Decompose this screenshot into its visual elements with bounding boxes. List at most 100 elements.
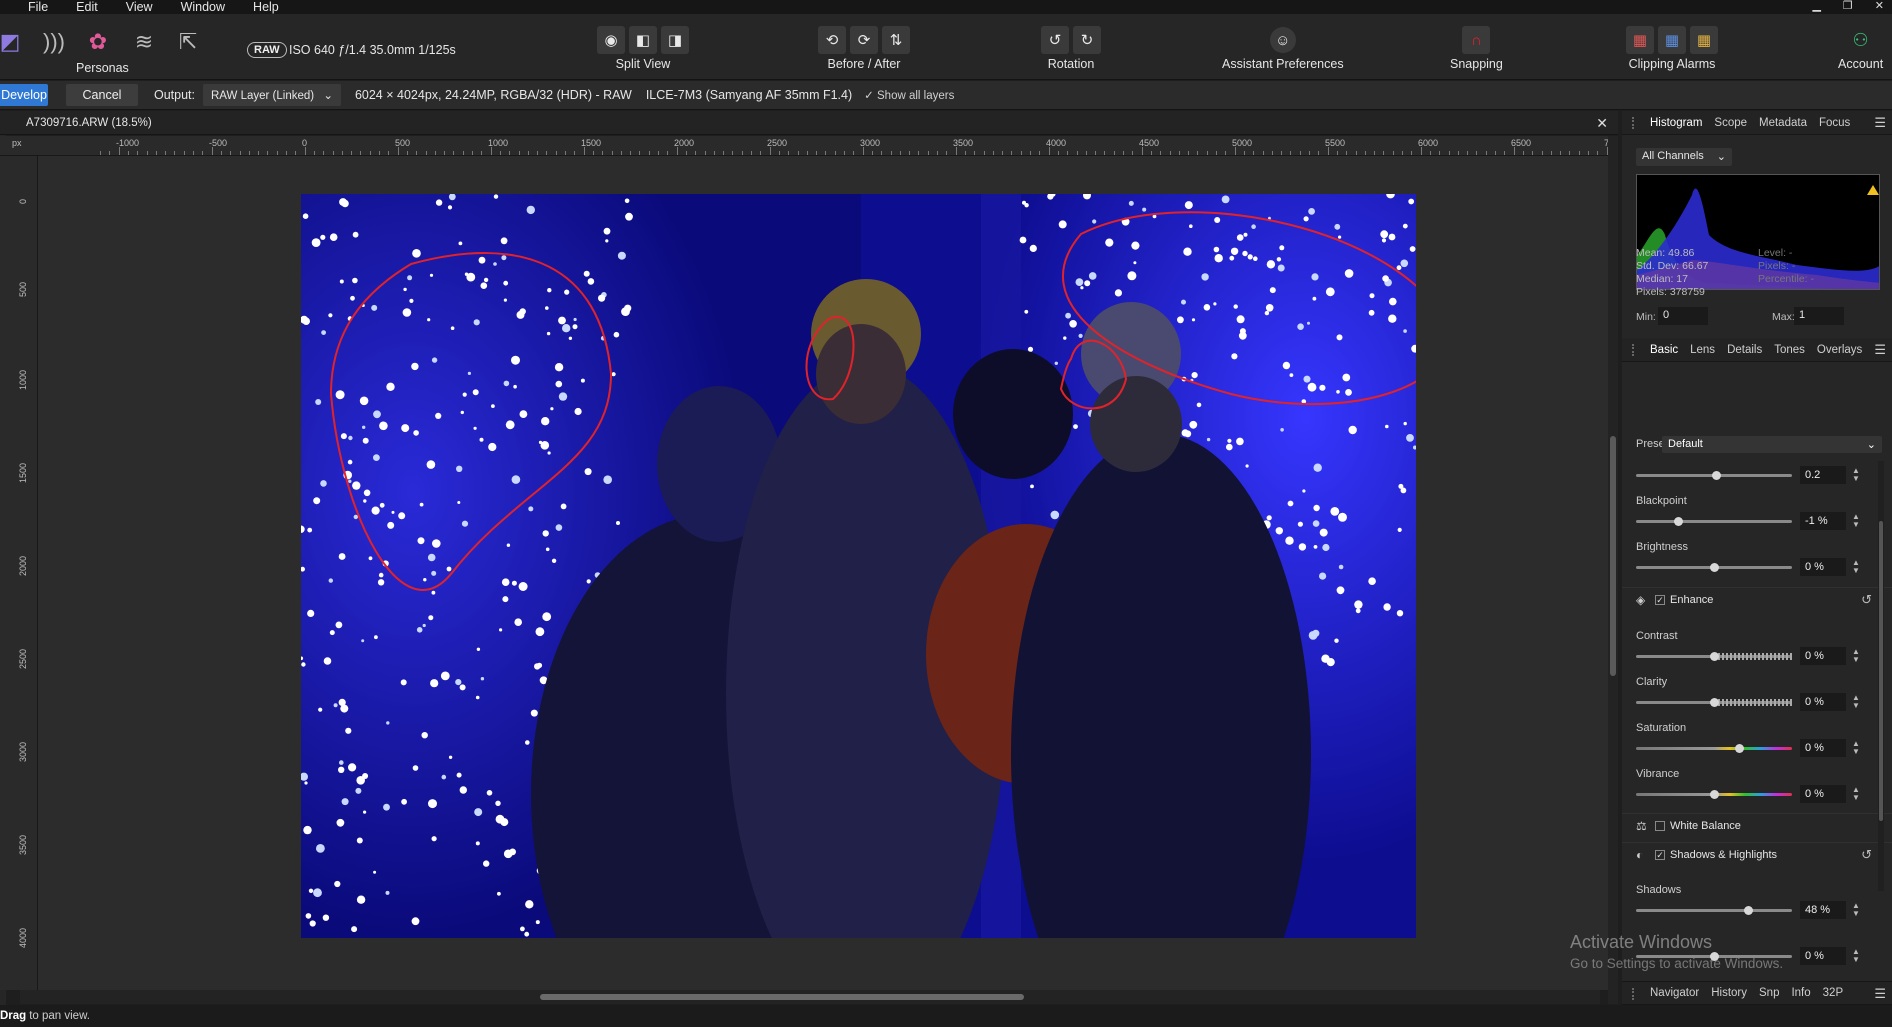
liquify-persona-icon[interactable]: ))) bbox=[38, 26, 70, 58]
contrast-value[interactable]: 0 % bbox=[1800, 647, 1846, 665]
vibrance-value[interactable]: 0 % bbox=[1800, 785, 1846, 803]
horizontal-scrollbar[interactable] bbox=[20, 990, 1600, 1004]
close-document-icon[interactable]: ✕ bbox=[1596, 115, 1608, 132]
tab-basic[interactable]: Basic bbox=[1650, 344, 1678, 356]
mirror-view-icon[interactable]: ◨ bbox=[661, 26, 689, 54]
tab-lens[interactable]: Lens bbox=[1690, 344, 1715, 356]
highlights-value[interactable]: 0 % bbox=[1800, 947, 1846, 965]
snapping-magnet-icon[interactable]: ∩ bbox=[1462, 26, 1491, 54]
export-persona-icon[interactable]: ⇱ bbox=[172, 26, 204, 58]
panel-scroll-thumb[interactable] bbox=[1879, 521, 1883, 821]
preset-select[interactable]: Default ⌄ bbox=[1662, 436, 1882, 453]
blackpoint-spinner-icon[interactable]: ▲ ▼ bbox=[1852, 513, 1860, 529]
blackpoint-value[interactable]: -1 % bbox=[1800, 512, 1846, 530]
shadows-spinner-icon[interactable]: ▲ ▼ bbox=[1852, 902, 1860, 918]
panel-menu-icon[interactable]: ☰ bbox=[1874, 986, 1886, 1002]
contrast-knob[interactable] bbox=[1710, 652, 1719, 661]
develop-button[interactable]: Develop bbox=[0, 84, 48, 106]
exposure-slider[interactable] bbox=[1636, 471, 1792, 480]
contrast-spinner-icon[interactable]: ▲ ▼ bbox=[1852, 648, 1860, 664]
tab-tones[interactable]: Tones bbox=[1774, 344, 1805, 356]
white-balance-checkbox[interactable] bbox=[1655, 821, 1665, 831]
minimize-icon[interactable]: ▁ bbox=[1812, 0, 1820, 12]
menu-help[interactable]: Help bbox=[253, 1, 279, 14]
panel-grip-icon[interactable] bbox=[1632, 117, 1637, 129]
reset-icon[interactable]: ↺ bbox=[1861, 592, 1872, 608]
max-input[interactable]: 1 bbox=[1794, 307, 1844, 325]
shadows-highlights-checkbox[interactable]: ✓ bbox=[1655, 850, 1665, 860]
rotate-left-icon[interactable]: ↺ bbox=[1041, 26, 1069, 54]
tab-overlays[interactable]: Overlays bbox=[1817, 344, 1862, 356]
clipped-tones-icon[interactable]: ▦ bbox=[1690, 26, 1718, 54]
menu-edit[interactable]: Edit bbox=[76, 1, 98, 14]
vibrance-spinner-icon[interactable]: ▲ ▼ bbox=[1852, 786, 1860, 802]
eye-icon[interactable]: ◉ bbox=[597, 26, 625, 54]
apply-before-icon[interactable]: ⟲ bbox=[818, 26, 846, 54]
brightness-value[interactable]: 0 % bbox=[1800, 558, 1846, 576]
close-window-icon[interactable]: ✕ bbox=[1875, 0, 1884, 12]
contrast-slider[interactable] bbox=[1636, 652, 1792, 661]
clipped-shadows-icon[interactable]: ▦ bbox=[1658, 26, 1686, 54]
panel-scrollbar[interactable] bbox=[1878, 461, 1884, 891]
show-all-layers-toggle[interactable]: ✓ Show all layers bbox=[864, 88, 954, 102]
panel-menu-icon[interactable]: ☰ bbox=[1874, 115, 1886, 131]
document-tab[interactable]: A7309716.ARW (18.5%) ✕ bbox=[0, 111, 1618, 135]
canvas[interactable] bbox=[38, 156, 1608, 990]
tab-snapshots[interactable]: Snp bbox=[1759, 987, 1779, 999]
cancel-button[interactable]: Cancel bbox=[66, 84, 138, 106]
saturation-slider[interactable] bbox=[1636, 744, 1792, 753]
exposure-spinner-icon[interactable]: ▲ ▼ bbox=[1852, 467, 1860, 483]
blackpoint-slider[interactable] bbox=[1636, 517, 1792, 526]
restore-icon[interactable]: ❐ bbox=[1843, 0, 1853, 12]
brightness-spinner-icon[interactable]: ▲ ▼ bbox=[1852, 559, 1860, 575]
tab-focus[interactable]: Focus bbox=[1819, 117, 1850, 129]
exposure-knob[interactable] bbox=[1711, 471, 1721, 480]
saturation-knob[interactable] bbox=[1734, 744, 1744, 753]
highlights-spinner-icon[interactable]: ▲ ▼ bbox=[1852, 948, 1860, 964]
assistant-icon[interactable]: ☺ bbox=[1269, 27, 1296, 53]
tab-navigator[interactable]: Navigator bbox=[1650, 987, 1699, 999]
photo-persona-icon[interactable]: ◩ bbox=[0, 26, 26, 58]
clarity-knob[interactable] bbox=[1710, 698, 1719, 707]
tab-details[interactable]: Details bbox=[1727, 344, 1762, 356]
split-view-icon[interactable]: ◧ bbox=[629, 26, 657, 54]
vibrance-knob[interactable] bbox=[1710, 790, 1719, 799]
tab-metadata[interactable]: Metadata bbox=[1759, 117, 1807, 129]
blackpoint-knob[interactable] bbox=[1674, 517, 1684, 526]
menu-window[interactable]: Window bbox=[181, 1, 225, 14]
saturation-spinner-icon[interactable]: ▲ ▼ bbox=[1852, 740, 1860, 756]
saturation-value[interactable]: 0 % bbox=[1800, 739, 1846, 757]
brightness-slider[interactable] bbox=[1636, 563, 1792, 572]
panel-grip-icon[interactable] bbox=[1632, 344, 1637, 356]
shadows-value[interactable]: 48 % bbox=[1800, 901, 1846, 919]
panel-grip-icon[interactable] bbox=[1632, 988, 1637, 1000]
tab-32p[interactable]: 32P bbox=[1823, 987, 1843, 999]
vertical-scrollbar[interactable] bbox=[1608, 136, 1618, 1004]
tone-mapping-persona-icon[interactable]: ≋ bbox=[128, 26, 160, 58]
clarity-slider[interactable] bbox=[1636, 698, 1792, 707]
menu-view[interactable]: View bbox=[126, 1, 153, 14]
min-input[interactable]: 0 bbox=[1658, 307, 1708, 325]
clipping-warning-icon[interactable] bbox=[1867, 185, 1879, 195]
vertical-scroll-thumb[interactable] bbox=[1610, 436, 1616, 676]
copy-after-icon[interactable]: ⇅ bbox=[882, 26, 910, 54]
tab-histogram[interactable]: Histogram bbox=[1650, 117, 1702, 129]
tab-scope[interactable]: Scope bbox=[1714, 117, 1747, 129]
exposure-value[interactable]: 0.2 bbox=[1800, 466, 1846, 484]
shadows-slider[interactable] bbox=[1636, 906, 1792, 915]
vibrance-slider[interactable] bbox=[1636, 790, 1792, 799]
brightness-knob[interactable] bbox=[1710, 563, 1719, 572]
clarity-value[interactable]: 0 % bbox=[1800, 693, 1846, 711]
reset-icon[interactable]: ↺ bbox=[1861, 847, 1872, 863]
horizontal-scroll-thumb[interactable] bbox=[540, 994, 1024, 1000]
tab-info[interactable]: Info bbox=[1791, 987, 1810, 999]
enhance-checkbox[interactable]: ✓ bbox=[1655, 595, 1665, 605]
shadows-knob[interactable] bbox=[1744, 906, 1754, 915]
clarity-spinner-icon[interactable]: ▲ ▼ bbox=[1852, 694, 1860, 710]
develop-persona-icon[interactable]: ✿ bbox=[82, 26, 114, 58]
swap-before-after-icon[interactable]: ⟳ bbox=[850, 26, 878, 54]
rotate-right-icon[interactable]: ↻ bbox=[1073, 26, 1101, 54]
panel-menu-icon[interactable]: ☰ bbox=[1874, 342, 1886, 358]
tab-history[interactable]: History bbox=[1711, 987, 1747, 999]
channel-select[interactable]: All Channels ⌄ bbox=[1636, 148, 1732, 166]
